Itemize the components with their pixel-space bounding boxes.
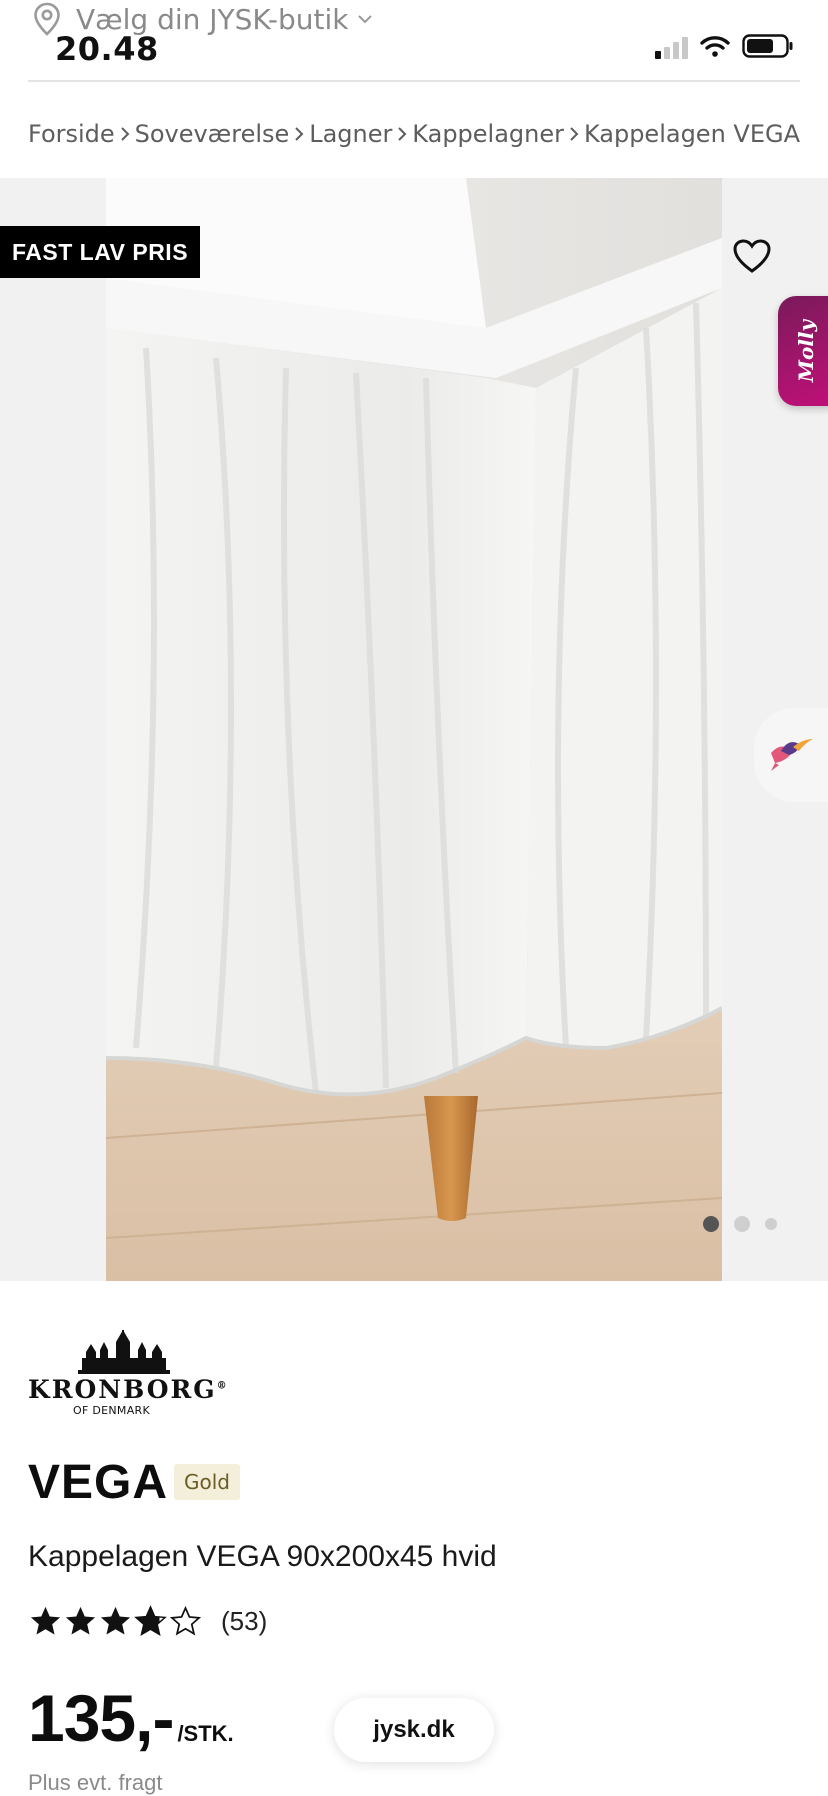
price-unit: /STK. <box>177 1721 234 1746</box>
star-filled-icon <box>63 1604 98 1639</box>
star-filled-icon <box>28 1604 63 1639</box>
pagination-dot-3[interactable] <box>765 1218 777 1230</box>
status-icons <box>655 34 794 62</box>
chevron-right-icon <box>392 126 412 142</box>
castle-icon <box>78 1330 170 1374</box>
breadcrumb-item-valance-sheets[interactable]: Kappelagner <box>412 120 564 148</box>
product-gallery[interactable]: FAST LAV PRIS Molly <box>0 178 828 1281</box>
chevron-right-icon <box>564 126 584 142</box>
browser-url-bar[interactable]: jysk.dk <box>334 1698 494 1762</box>
breadcrumb-item-sheets[interactable]: Lagner <box>309 120 392 148</box>
molly-label: Molly <box>794 319 819 383</box>
chevron-right-icon <box>289 126 309 142</box>
registered-mark: ® <box>216 1380 229 1392</box>
breadcrumb-item-current[interactable]: Kappelagen VEGA <box>584 120 800 148</box>
fast-low-price-badge: FAST LAV PRIS <box>0 226 201 278</box>
chevron-right-icon <box>115 126 135 142</box>
header-divider <box>28 80 800 82</box>
product-rating[interactable]: (53) <box>28 1604 267 1639</box>
assistant-widget-button[interactable] <box>754 708 828 802</box>
freight-note: Plus evt. fragt <box>28 1770 163 1795</box>
price-amount: 135,- <box>28 1681 174 1755</box>
star-filled-icon <box>98 1604 133 1639</box>
brand-subtitle: OF DENMARK <box>73 1404 151 1417</box>
review-count[interactable]: (53) <box>221 1606 267 1637</box>
product-image[interactable] <box>106 178 722 1281</box>
chevron-down-icon <box>356 10 374 28</box>
pagination-dot-1[interactable] <box>703 1216 719 1232</box>
battery-icon <box>742 34 794 62</box>
breadcrumb-item-bedroom[interactable]: Soveværelse <box>135 120 290 148</box>
cellular-signal-icon <box>655 37 688 59</box>
pagination-dot-2[interactable] <box>734 1216 750 1232</box>
star-empty-icon <box>168 1604 203 1639</box>
status-time: 20.48 <box>55 30 159 68</box>
star-partial-icon <box>133 1604 168 1639</box>
gallery-pagination <box>703 1216 777 1232</box>
quality-tier-badge: Gold <box>174 1464 240 1500</box>
breadcrumb-item-home[interactable]: Forside <box>28 120 115 148</box>
molly-chat-button[interactable]: Molly <box>778 296 828 406</box>
brand-name-text: KRONBORG <box>28 1375 217 1404</box>
breadcrumb: Forside Soveværelse Lagner Kappelagner K… <box>28 112 800 156</box>
brand-name: KRONBORG® <box>28 1375 229 1404</box>
product-description: Kappelagen VEGA 90x200x45 hvid <box>28 1540 497 1573</box>
heart-outline-icon[interactable] <box>732 238 772 274</box>
bird-icon <box>767 733 815 777</box>
product-title: VEGA <box>28 1456 169 1509</box>
product-price: 135,-/STK. <box>28 1680 234 1756</box>
wifi-icon <box>700 35 730 61</box>
